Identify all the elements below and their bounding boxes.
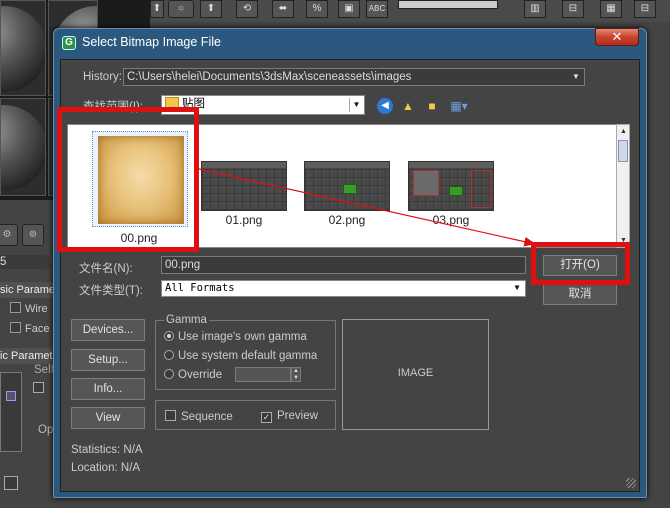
filename-input[interactable]: 00.png <box>161 256 526 274</box>
close-button[interactable]: ✕ <box>595 28 639 46</box>
checkmark-icon: ✓ <box>261 412 272 423</box>
gamma-spinner[interactable]: ▲ ▼ <box>291 367 301 382</box>
statistics-label: Statistics: N/A <box>71 444 143 456</box>
location-label: Location: N/A <box>71 462 141 474</box>
toolbar-button[interactable]: ▥ <box>524 0 546 18</box>
material-tool-button[interactable]: ⊚ <box>22 224 44 246</box>
radio-icon <box>164 331 174 341</box>
new-folder-icon[interactable]: ■ <box>424 98 440 114</box>
max-workspace: ⬆ ○ ⬆ ⟲ ⬌ % ▣ ABC ▥ ⊟ ▦ ⊟ ⚙ ⊚ 5 sic Para… <box>0 0 670 508</box>
rollout-title[interactable]: sic Paramete <box>0 282 56 298</box>
radio-icon <box>164 369 174 379</box>
statistics-value: N/A <box>123 444 143 456</box>
filetype-dropdown[interactable]: All Formats ▼ <box>161 280 526 297</box>
material-slot[interactable] <box>0 98 46 196</box>
annotation-box-thumbnail <box>57 107 199 252</box>
toolbar-button[interactable]: ⊟ <box>634 0 656 18</box>
filename-label: 文件名(N): <box>79 263 133 275</box>
rollout-checkbox[interactable]: Wire <box>10 302 48 315</box>
view-button[interactable]: View <box>71 407 145 429</box>
toolbar-button[interactable]: ABC <box>366 0 388 18</box>
up-folder-icon[interactable]: ▲ <box>400 98 416 114</box>
cancel-button[interactable]: 取消 <box>543 284 617 305</box>
setup-button[interactable]: Setup... <box>71 349 145 371</box>
gamma-title: Gamma <box>164 314 209 326</box>
view-menu-icon[interactable]: ▦▾ <box>448 98 470 114</box>
value-field[interactable]: 5 <box>0 255 50 269</box>
bottom-checkbox[interactable] <box>4 476 18 490</box>
material-slot[interactable] <box>0 0 46 96</box>
history-label: History: <box>83 71 122 83</box>
back-icon[interactable]: ◀ <box>377 98 393 114</box>
viewport-image <box>201 161 287 211</box>
radio-icon <box>164 350 174 360</box>
viewport-image <box>408 161 494 211</box>
rollout-label: Self <box>34 364 54 376</box>
annotation-box-open <box>531 242 630 285</box>
chevron-down-icon: ▼ <box>514 283 520 292</box>
chevron-down-icon: ▼ <box>349 98 363 112</box>
rollout-button[interactable]: Op <box>38 424 53 436</box>
toolbar-button[interactable]: ▦ <box>600 0 622 18</box>
gamma-option-override[interactable]: Override <box>164 369 222 381</box>
filetype-label: 文件类型(T): <box>79 285 143 297</box>
dialog-title: Select Bitmap Image File <box>82 35 221 49</box>
toolbar-button[interactable]: ⬆ <box>150 0 164 18</box>
app-logo-icon: G <box>62 36 76 50</box>
thumbnail-caption: 03.png <box>432 213 470 227</box>
history-value: C:\Users\helei\Documents\3dsMax\sceneass… <box>127 71 412 83</box>
thumbnail-caption: 01.png <box>225 213 263 227</box>
location-value: N/A <box>120 462 141 474</box>
history-dropdown[interactable]: C:\Users\helei\Documents\3dsMax\sceneass… <box>123 68 585 86</box>
viewport-image <box>304 161 390 211</box>
material-tool-button[interactable]: ⚙ <box>0 224 18 246</box>
devices-button[interactable]: Devices... <box>71 319 145 341</box>
toolbar-button[interactable]: ⊟ <box>562 0 584 18</box>
chevron-down-icon: ▼ <box>572 72 580 81</box>
toolbar-button[interactable]: ⬌ <box>272 0 294 18</box>
scroll-up-icon[interactable]: ▲ <box>619 127 628 136</box>
dialog-titlebar[interactable]: G Select Bitmap Image File ✕ <box>54 28 646 57</box>
scrollbar-thumb[interactable] <box>618 140 628 162</box>
checkbox-icon <box>165 410 176 421</box>
toolbar-button[interactable]: % <box>306 0 328 18</box>
rollout-swatch-area <box>0 372 22 452</box>
image-preview: IMAGE <box>342 319 489 430</box>
thumbnail-caption: 02.png <box>328 213 366 227</box>
rollout-title[interactable]: ic Paramete <box>0 348 56 364</box>
vertical-scrollbar[interactable]: ▲ ▼ <box>616 124 630 248</box>
toolbar-button[interactable]: ▣ <box>338 0 360 18</box>
lock-icon[interactable] <box>6 391 16 401</box>
toolbar-button[interactable]: ⟲ <box>236 0 258 18</box>
toolbar-button[interactable]: ⬆ <box>200 0 222 18</box>
rollout-checkbox[interactable] <box>33 382 44 393</box>
filetype-value: All Formats <box>165 282 235 294</box>
rollout-checkbox[interactable]: Face <box>10 322 49 335</box>
gamma-option-own[interactable]: Use image's own gamma <box>164 331 307 343</box>
gamma-override-input[interactable] <box>235 367 291 382</box>
gamma-option-system[interactable]: Use system default gamma <box>164 350 317 362</box>
selection-set-dropdown[interactable] <box>398 0 498 9</box>
sequence-checkbox[interactable]: Sequence <box>165 410 233 423</box>
preview-placeholder: IMAGE <box>397 367 434 379</box>
info-button[interactable]: Info... <box>71 378 145 400</box>
toolbar-button[interactable]: ○ <box>168 0 194 18</box>
resize-grip-icon[interactable] <box>626 478 636 488</box>
preview-checkbox[interactable]: ✓ Preview <box>261 410 318 423</box>
